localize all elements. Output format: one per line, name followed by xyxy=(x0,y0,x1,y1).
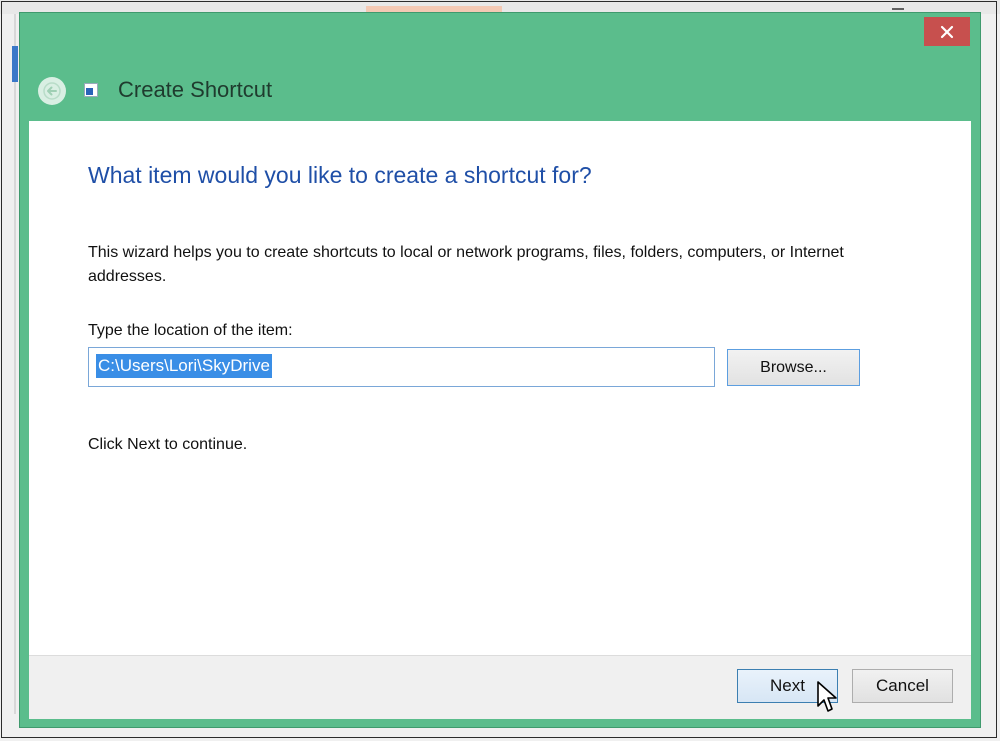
wizard-description: This wizard helps you to create shortcut… xyxy=(88,244,844,285)
close-button[interactable] xyxy=(924,17,970,46)
browse-button[interactable]: Browse... xyxy=(727,349,860,386)
background-minimize-icon xyxy=(892,8,904,10)
continue-instruction: Click Next to continue. xyxy=(88,436,248,453)
background-divider xyxy=(14,14,16,714)
close-icon xyxy=(940,25,954,38)
dialog-title: Create Shortcut xyxy=(118,77,273,102)
location-label: Type the location of the item: xyxy=(88,322,293,339)
create-shortcut-dialog: Create Shortcut What item would you like… xyxy=(19,12,981,728)
mouse-pointer-icon xyxy=(817,681,837,712)
wizard-content: What item would you like to create a sho… xyxy=(29,121,971,719)
background-accent-bar xyxy=(12,46,18,82)
back-button[interactable] xyxy=(38,77,66,105)
shortcut-icon xyxy=(84,83,98,97)
cancel-button[interactable]: Cancel xyxy=(852,669,953,703)
wizard-heading: What item would you like to create a sho… xyxy=(88,162,592,188)
location-input[interactable]: C:\Users\Lori\SkyDrive xyxy=(88,347,715,387)
location-input-value[interactable]: C:\Users\Lori\SkyDrive xyxy=(96,354,272,378)
back-arrow-icon xyxy=(43,82,61,100)
